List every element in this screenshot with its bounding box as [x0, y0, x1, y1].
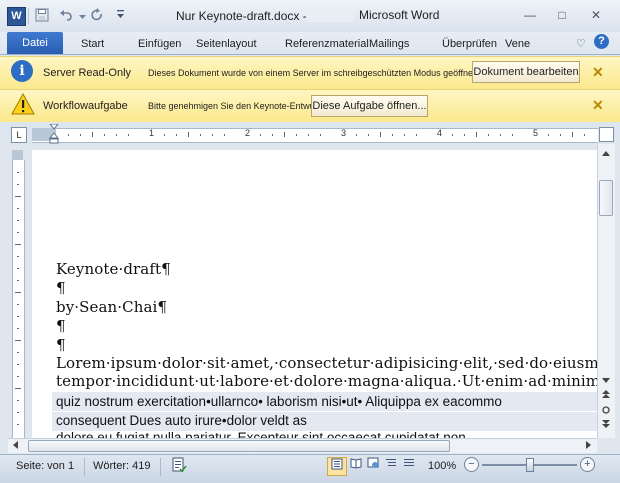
messagebar-title: Server Read-Only — [43, 67, 132, 79]
undo-icon[interactable] — [58, 8, 74, 24]
word-logo-icon[interactable]: W — [7, 7, 26, 26]
full-screen-reading-icon[interactable] — [347, 457, 365, 474]
zoom-in-button[interactable]: + — [580, 457, 595, 472]
scroll-right-icon[interactable] — [582, 438, 596, 454]
print-layout-view-icon[interactable] — [327, 457, 347, 476]
undo-dropdown-icon[interactable] — [74, 8, 90, 24]
document-line[interactable]: ¶ — [56, 279, 66, 297]
next-page-icon[interactable] — [597, 418, 614, 434]
browse-object-icon[interactable] — [597, 403, 614, 419]
title-redacted-area — [306, 8, 354, 22]
tab-selector-button[interactable]: L — [11, 127, 27, 143]
open-task-button[interactable]: Diese Aufgabe öffnen... — [311, 95, 428, 117]
tab-review[interactable]: Überprüfen — [442, 38, 497, 50]
page-number: 1 — [68, 460, 75, 472]
scroll-up-icon[interactable] — [597, 145, 614, 161]
document-title-line[interactable]: Keynote·draft¶ — [56, 260, 171, 278]
status-separator — [84, 458, 85, 476]
messagebar-text: Bitte genehmigen Sie den Keynote-Entwurf — [148, 101, 321, 111]
zoom-level[interactable]: 100% — [428, 460, 456, 472]
minimize-button[interactable]: — — [517, 6, 543, 24]
tab-start[interactable]: Start — [81, 38, 104, 50]
zoom-slider-thumb[interactable] — [526, 458, 534, 472]
tab-references[interactable]: Referenzmaterial — [285, 38, 369, 50]
close-messagebar-button[interactable]: ✕ — [592, 97, 604, 114]
scroll-left-icon[interactable] — [8, 438, 22, 454]
close-button[interactable]: ✕ — [583, 6, 609, 24]
web-layout-view-icon[interactable] — [364, 457, 382, 474]
draft-view-icon[interactable] — [400, 457, 418, 474]
document-line[interactable]: ¶ — [56, 336, 66, 354]
document-page[interactable]: Keynote·draft¶ ¶ by·Sean·Chai¶ ¶ ¶ Lorem… — [32, 150, 597, 438]
redo-icon[interactable] — [90, 8, 106, 24]
document-line[interactable]: ¶ — [56, 317, 66, 335]
vertical-ruler-ticks — [15, 172, 21, 425]
maximize-button[interactable]: □ — [549, 6, 575, 24]
scroll-down-icon[interactable] — [597, 373, 614, 389]
customize-qat-icon[interactable] — [112, 8, 128, 24]
ribbon-collapse-icon[interactable]: ♡ — [576, 37, 586, 50]
messagebar-title: Workflowaufgabe — [43, 100, 128, 112]
tab-page-layout[interactable]: Seitenlayout — [196, 38, 257, 50]
messagebar-text: Dieses Dokument wurde von einem Server i… — [148, 68, 478, 78]
zoom-out-button[interactable]: − — [464, 457, 479, 472]
tab-view[interactable]: Vene — [505, 38, 530, 50]
horizontal-scroll-thumb[interactable] — [28, 440, 450, 452]
status-separator — [160, 458, 161, 476]
close-messagebar-button[interactable]: ✕ — [592, 64, 604, 81]
document-body-line[interactable]: Lorem·ipsum·dolor·sit·amet,·consectetur·… — [56, 354, 597, 372]
tab-mailings[interactable]: Mailings — [369, 38, 409, 50]
qat-separator — [28, 8, 29, 24]
document-author-line[interactable]: by·Sean·Chai¶ — [56, 298, 167, 316]
outline-view-icon[interactable] — [382, 457, 400, 474]
proofing-icon[interactable] — [171, 457, 187, 476]
word-count[interactable]: Wörter: 419 — [93, 460, 150, 472]
info-icon: i — [11, 60, 33, 82]
save-icon[interactable] — [34, 8, 50, 24]
tab-file[interactable]: Datei — [7, 32, 63, 54]
vertical-scroll-thumb[interactable] — [599, 180, 613, 216]
document-title: Nur Keynote-draft.docx - — [176, 9, 307, 23]
previous-page-icon[interactable] — [597, 388, 614, 404]
warning-icon — [11, 92, 35, 118]
ruler-ticks — [68, 132, 585, 137]
edit-document-button[interactable]: Dokument bearbeiten — [472, 61, 580, 83]
vertical-ruler-margin — [12, 150, 23, 160]
app-title: Microsoft Word — [359, 8, 440, 22]
document-suggestion-line[interactable]: quiz nostrum exercitation•ullarnco• labo… — [56, 394, 502, 409]
document-suggestion-line[interactable]: consequent Dues auto irure•dolor veldt a… — [56, 413, 307, 428]
document-body-line[interactable]: tempor·incididunt·ut·labore·et·dolore·ma… — [56, 372, 597, 390]
tab-insert[interactable]: Einfügen — [138, 38, 181, 50]
view-ruler-icon[interactable] — [599, 127, 614, 142]
help-icon[interactable]: ? — [594, 34, 609, 49]
document-suggestion-line[interactable]: dolore eu fugiat nulla pariatur. Excepte… — [56, 430, 466, 438]
page-label[interactable]: Seite: von — [16, 460, 65, 472]
